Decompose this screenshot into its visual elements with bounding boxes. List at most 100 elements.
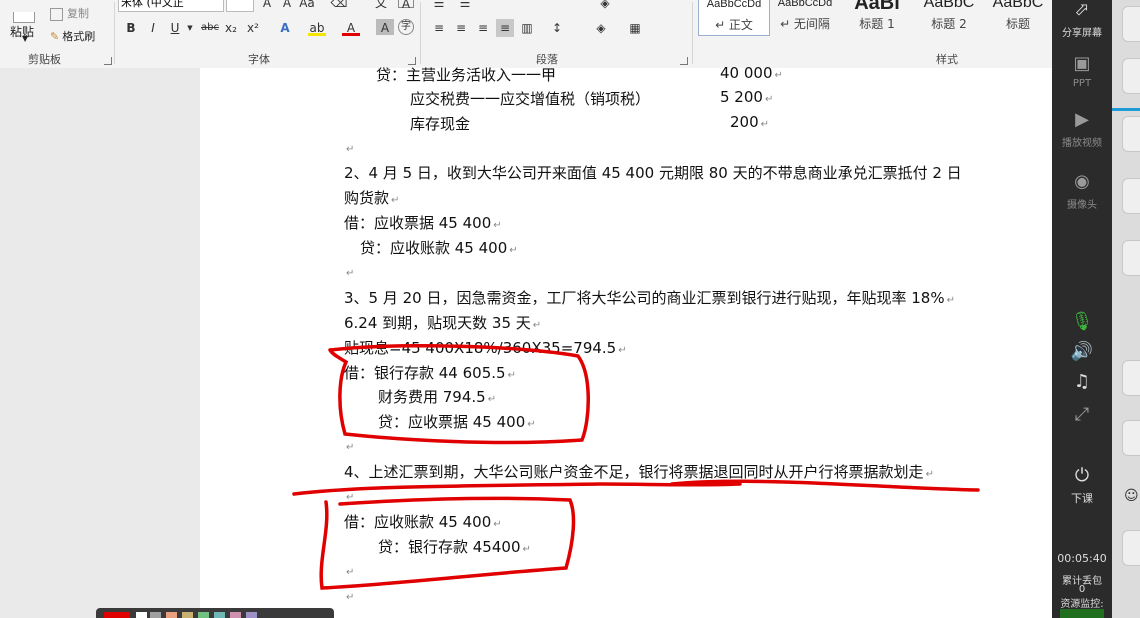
doc-amount: 5 200 ↵ (720, 88, 774, 106)
color-swatch-purple[interactable] (246, 612, 257, 618)
side-tab[interactable] (1122, 6, 1140, 42)
color-swatch-teal[interactable] (214, 612, 225, 618)
fullscreen-button[interactable]: ⤢ (1052, 405, 1112, 429)
superscript-button[interactable]: x² (244, 19, 262, 37)
style-name: 标题 2 (931, 17, 967, 31)
italic-button[interactable]: I (144, 19, 162, 37)
bold-button[interactable]: B (122, 19, 140, 37)
text-effect-icon[interactable]: A (276, 19, 294, 37)
clipboard-group-label: 剪贴板 (28, 53, 61, 66)
align-center-icon[interactable]: ≡ (452, 19, 470, 37)
side-tab[interactable] (1122, 178, 1140, 214)
doc-line: 借：应收票据 45 400 ↵ (344, 214, 502, 232)
left-margin-area (0, 68, 201, 618)
doc-line: 借：银行存款 44 605.5 ↵ (344, 364, 516, 382)
style-title[interactable]: AaBbC 标题 (986, 0, 1050, 34)
color-swatch-white[interactable] (136, 612, 147, 618)
color-swatch-tan[interactable] (182, 612, 193, 618)
emoji-icon[interactable]: ☺ (1124, 488, 1139, 504)
shrink-font-icon[interactable]: A (278, 0, 296, 12)
char-border-icon[interactable]: A (398, 0, 414, 11)
distributed-icon[interactable]: ▥ (518, 19, 536, 37)
side-tab[interactable] (1122, 240, 1140, 276)
side-tab[interactable] (1122, 116, 1140, 152)
doc-line: 4、上述汇票到期，大华公司账户资金不足，银行将票据退回同时从开户行将票据款划走 ↵ (344, 463, 934, 481)
divider (114, 2, 115, 64)
ppt-button[interactable]: ▣ PPT (1052, 53, 1112, 90)
play-video-button[interactable]: ▶ 播放视频 (1052, 110, 1112, 150)
align-right-icon[interactable]: ≡ (474, 19, 492, 37)
pinyin-icon[interactable]: 文 (372, 0, 390, 12)
copy-button[interactable]: 复制 (50, 5, 89, 21)
grow-font-icon[interactable]: A (258, 0, 276, 12)
shading-icon[interactable]: ◈ (596, 0, 614, 12)
music-button[interactable]: ♫ (1052, 372, 1112, 396)
doc-line: 贷：银行存款 45400 ↵ (378, 538, 531, 556)
clipboard-launcher-icon[interactable] (104, 57, 112, 65)
brush-icon: ✎ (50, 30, 60, 43)
doc-line: ↵ (346, 442, 355, 453)
underline-dropdown-icon[interactable]: ▼ (181, 19, 199, 37)
strikethrough-button[interactable]: abc (198, 19, 222, 37)
color-swatch-peach[interactable] (166, 612, 177, 618)
style-normal[interactable]: AaBbCcDd ↵ 正文 (698, 0, 770, 36)
format-painter-button[interactable]: ✎ 格式刷 (50, 28, 95, 44)
color-swatch-green[interactable] (198, 612, 209, 618)
document-page[interactable]: 贷：主营业务活收入一一甲 40 000 ↵ 应交税费一一应交增值税（销项税） 5 … (200, 64, 1052, 618)
side-tab[interactable] (1122, 420, 1140, 456)
style-sample: AaBbC (992, 0, 1044, 11)
paste-dropdown-icon[interactable]: ▼ (22, 34, 28, 43)
music-icon: ♫ (1073, 371, 1091, 392)
camera-button[interactable]: ◉ 摄像头 (1052, 171, 1112, 212)
style-heading-1[interactable]: AaBl 标题 1 (842, 0, 912, 34)
font-size-select[interactable] (226, 0, 254, 12)
side-tab[interactable] (1122, 58, 1140, 94)
style-no-spacing[interactable]: AaBbCcDd ↵ 无间隔 (770, 0, 840, 34)
justify-icon[interactable]: ≡ (496, 19, 514, 37)
styles-group-label: 样式 (936, 53, 958, 66)
style-name: ↵ 正文 (715, 18, 753, 32)
doc-line: 贷：主营业务活收入一一甲 (376, 66, 557, 84)
microphone-button[interactable]: 🎙 (1052, 312, 1112, 336)
color-swatch-red[interactable] (104, 612, 130, 618)
enclose-char-icon[interactable]: 字 (398, 19, 414, 35)
bullets-icon[interactable]: ☰ (430, 0, 448, 12)
side-tab[interactable] (1122, 360, 1140, 396)
color-swatch-pink[interactable] (230, 612, 241, 618)
font-color-icon[interactable]: A (342, 19, 360, 36)
style-heading-2[interactable]: AaBbC 标题 2 (914, 0, 984, 34)
highlight-icon[interactable]: ab (308, 19, 326, 36)
doc-line: 6.24 到期，贴现天数 35 天 ↵ (344, 314, 542, 332)
char-shading-icon[interactable]: A (376, 19, 394, 35)
power-icon: ⏻ (1074, 465, 1090, 486)
doc-amount: 200 ↵ (730, 113, 770, 131)
style-name: ↵ 无间隔 (780, 17, 830, 31)
ppt-icon: ▣ (1073, 53, 1091, 74)
style-name: 标题 1 (859, 17, 895, 31)
side-tab[interactable] (1122, 530, 1140, 566)
paragraph-launcher-icon[interactable] (680, 57, 688, 65)
align-left-icon[interactable]: ≡ (430, 19, 448, 37)
resource-monitor-label: 资源监控: (1060, 599, 1104, 610)
color-swatch-gray[interactable] (150, 612, 161, 618)
borders-icon[interactable]: ▦ (626, 19, 644, 37)
copy-icon (50, 7, 63, 21)
share-icon: ⬀ (1074, 0, 1090, 20)
camera-icon: ◉ (1074, 171, 1090, 192)
line-spacing-icon[interactable]: ↕ (548, 19, 566, 37)
change-case-icon[interactable]: Aa (298, 0, 316, 12)
doc-line: ↵ (346, 592, 355, 603)
class-timer: 00:05:40 (1057, 552, 1107, 565)
clear-format-icon[interactable]: ⌫ (330, 0, 348, 12)
expand-icon: ⤢ (1074, 404, 1090, 425)
blue-accent (1112, 108, 1140, 111)
paste-icon (13, 12, 35, 23)
doc-line: 借：应收账款 45 400 ↵ (344, 513, 502, 531)
speaker-button[interactable]: 🔊 (1052, 342, 1112, 366)
share-screen-button[interactable]: ⬀ 分享屏幕 (1052, 0, 1112, 39)
font-name-select[interactable]: 宋体 (中文正 (118, 0, 224, 12)
numbering-icon[interactable]: ☰ (456, 0, 474, 12)
shading-icon[interactable]: ◈ (592, 19, 610, 37)
subscript-button[interactable]: x₂ (222, 19, 240, 37)
end-class-button[interactable]: ⏻ 下课 (1052, 466, 1112, 506)
